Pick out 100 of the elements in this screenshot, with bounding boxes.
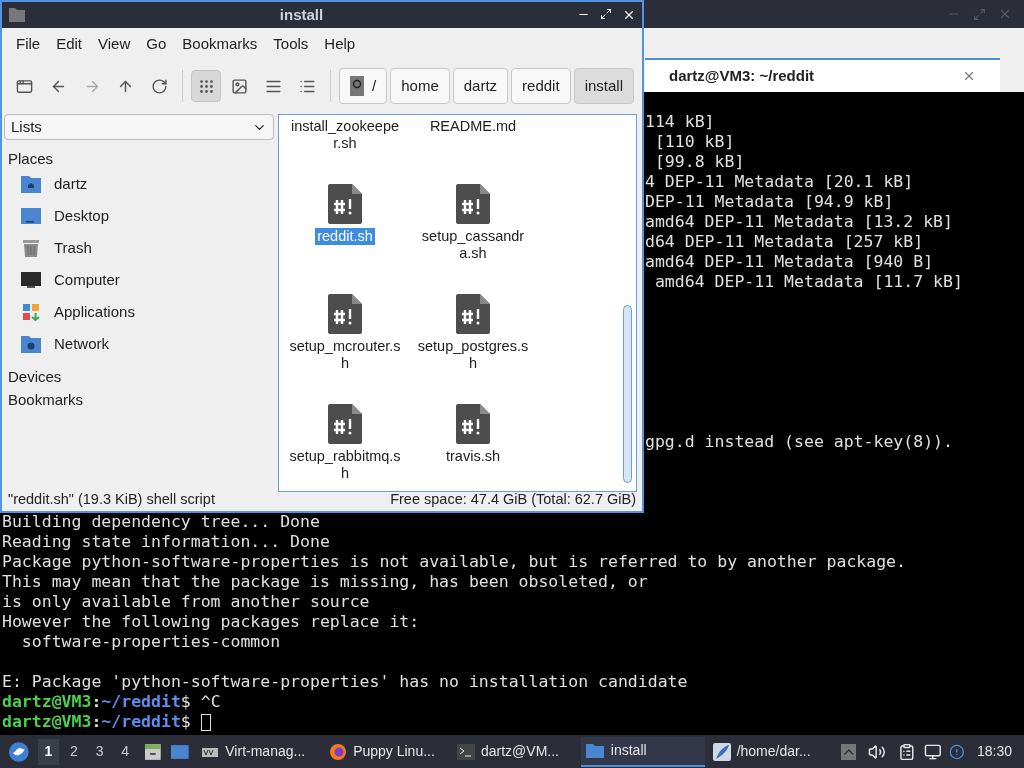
file-name[interactable]: travis.sh	[444, 448, 502, 465]
section-header: Bookmarks	[7, 390, 85, 409]
prompt-path: ~/reddit	[101, 692, 181, 712]
task-button[interactable]: Virt-manag...	[197, 736, 322, 767]
bird-logo-icon[interactable]	[8, 740, 30, 763]
clock: 18:30	[976, 742, 1012, 761]
menu-item[interactable]: Go	[138, 28, 175, 60]
terminal-icon	[456, 743, 475, 760]
home-folder-icon	[20, 174, 42, 194]
menu-item[interactable]: Help	[316, 28, 364, 60]
desktop-icon	[20, 207, 42, 225]
folder-icon	[584, 742, 605, 759]
task-button[interactable]: install	[580, 736, 705, 767]
terminal-line: This may mean that the package is missing, has been obsoleted, or	[2, 572, 648, 592]
side-pane-dropdown[interactable]: Lists	[4, 114, 274, 140]
feather-icon	[712, 742, 731, 761]
script-file-icon	[328, 404, 362, 444]
script-file-icon	[328, 184, 362, 224]
place-item[interactable]: Trash	[4, 232, 274, 264]
trash-icon	[21, 238, 41, 258]
terminal-line: Building dependency tree... Done	[2, 512, 320, 532]
terminal-line: Package python-software-properties is not available, but is referred to by another package.	[2, 552, 906, 572]
command-text: ^C	[199, 692, 221, 712]
close-icon[interactable]	[622, 8, 636, 22]
prompt-separator: :	[91, 692, 102, 712]
applications-icon	[22, 303, 40, 321]
menu-item[interactable]: Edit	[48, 28, 91, 60]
place-item[interactable]: Applications	[4, 296, 274, 328]
menu-item[interactable]: File	[8, 28, 49, 60]
menu-item[interactable]: Bookmarks	[174, 28, 266, 60]
section-header: Places	[7, 149, 55, 168]
file-name[interactable]: setup_mcrouter.sh	[286, 338, 404, 372]
script-file-icon	[328, 294, 362, 334]
grid-icon	[197, 77, 215, 95]
reload-icon	[151, 77, 168, 95]
script-file-icon	[456, 404, 490, 444]
prompt-user: dartz@VM3	[2, 692, 92, 712]
terminal-line: DEP-11 Metadata [94.9 kB]	[645, 192, 894, 212]
terminal-line: amd64 DEP-11 Metadata [940 B]	[645, 252, 934, 272]
file-name[interactable]: setup_rabbitmq.sh	[286, 448, 404, 482]
clipboard-icon[interactable]	[897, 742, 916, 761]
terminal-tab[interactable]: dartz@VM3: ~/reddit	[645, 58, 1000, 92]
terminal-line: software-properties-common	[20, 632, 281, 652]
file-name[interactable]: install_zookeeper.sh	[286, 118, 404, 152]
folder-icon	[8, 7, 26, 23]
prompt-path: ~/reddit	[101, 712, 181, 732]
place-item[interactable]: Computer	[4, 264, 274, 296]
tray-expand-icon[interactable]	[840, 743, 857, 760]
status-text: "reddit.sh" (19.3 KiB) shell script	[8, 490, 215, 510]
terminal-line: is only available from another source	[2, 592, 370, 612]
path-button[interactable]: dartz	[452, 68, 509, 104]
menu-item[interactable]: Tools	[265, 28, 317, 60]
workspace-button[interactable]: 3	[88, 738, 111, 765]
terminal-line: [99.8 kB]	[653, 152, 745, 172]
menu-item[interactable]: View	[90, 28, 139, 60]
place-item[interactable]: Network	[4, 328, 274, 360]
prompt-symbol: $	[180, 712, 191, 732]
path-button[interactable]: reddit	[511, 68, 571, 104]
view-mode-button[interactable]	[191, 70, 222, 102]
task-button[interactable]: dartz@VM...	[452, 736, 577, 767]
scrollbar[interactable]	[623, 305, 632, 483]
close-tab-icon[interactable]	[962, 69, 976, 83]
task-button[interactable]: /home/dar...	[708, 736, 833, 767]
script-file-icon	[456, 184, 490, 224]
prompt-symbol: $	[180, 692, 191, 712]
workspace-button[interactable]: 4	[114, 738, 136, 765]
terminal-line: 114 kB]	[645, 112, 715, 132]
terminal-line: amd64 DEP-11 Metadata [13.2 kB]	[645, 212, 953, 232]
path-button[interactable]: home	[390, 68, 450, 104]
workspace-button[interactable]: 2	[63, 738, 85, 765]
path-button[interactable]: /	[339, 68, 388, 104]
path-button[interactable]: install	[573, 68, 634, 104]
network-folder-icon	[20, 334, 42, 354]
terminal-line: However the following packages replace it:	[2, 612, 420, 632]
window-title: install	[278, 4, 325, 25]
file-name[interactable]: README.md	[427, 118, 519, 135]
terminal-line: [110 kB]	[653, 132, 735, 152]
section-header: Devices	[7, 367, 63, 386]
workspace-button[interactable]: 1	[37, 738, 60, 765]
terminal-line: d64 DEP-11 Metadata [257 kB]	[645, 232, 924, 252]
monitor-icon	[20, 271, 42, 289]
terminal-line: E: Package 'python-software-properties' has no installation candidate	[2, 672, 688, 692]
file-name[interactable]: setup_cassandra.sh	[414, 228, 532, 262]
place-item[interactable]: dartz	[4, 168, 274, 200]
browser-icon	[329, 742, 348, 761]
file-name[interactable]: setup_postgres.sh	[414, 338, 532, 372]
task-button[interactable]: Puppy Linu...	[325, 736, 449, 767]
place-item[interactable]: Desktop	[4, 200, 274, 232]
notification-icon[interactable]	[949, 743, 965, 760]
prompt-separator: :	[91, 712, 102, 732]
desktop-icon[interactable]	[169, 743, 190, 760]
file-cabinet-icon[interactable]	[143, 742, 162, 761]
drive-icon	[350, 76, 365, 96]
free-space-text: Free space: 47.4 GiB (Total: 62.7 GiB)	[390, 490, 636, 510]
network-icon[interactable]	[923, 742, 942, 761]
maximize-icon[interactable]	[600, 8, 612, 20]
prompt-user: dartz@VM3	[2, 712, 92, 732]
terminal-line: Reading state information... Done	[2, 532, 330, 552]
volume-icon[interactable]	[868, 742, 886, 761]
script-file-icon	[456, 294, 490, 334]
